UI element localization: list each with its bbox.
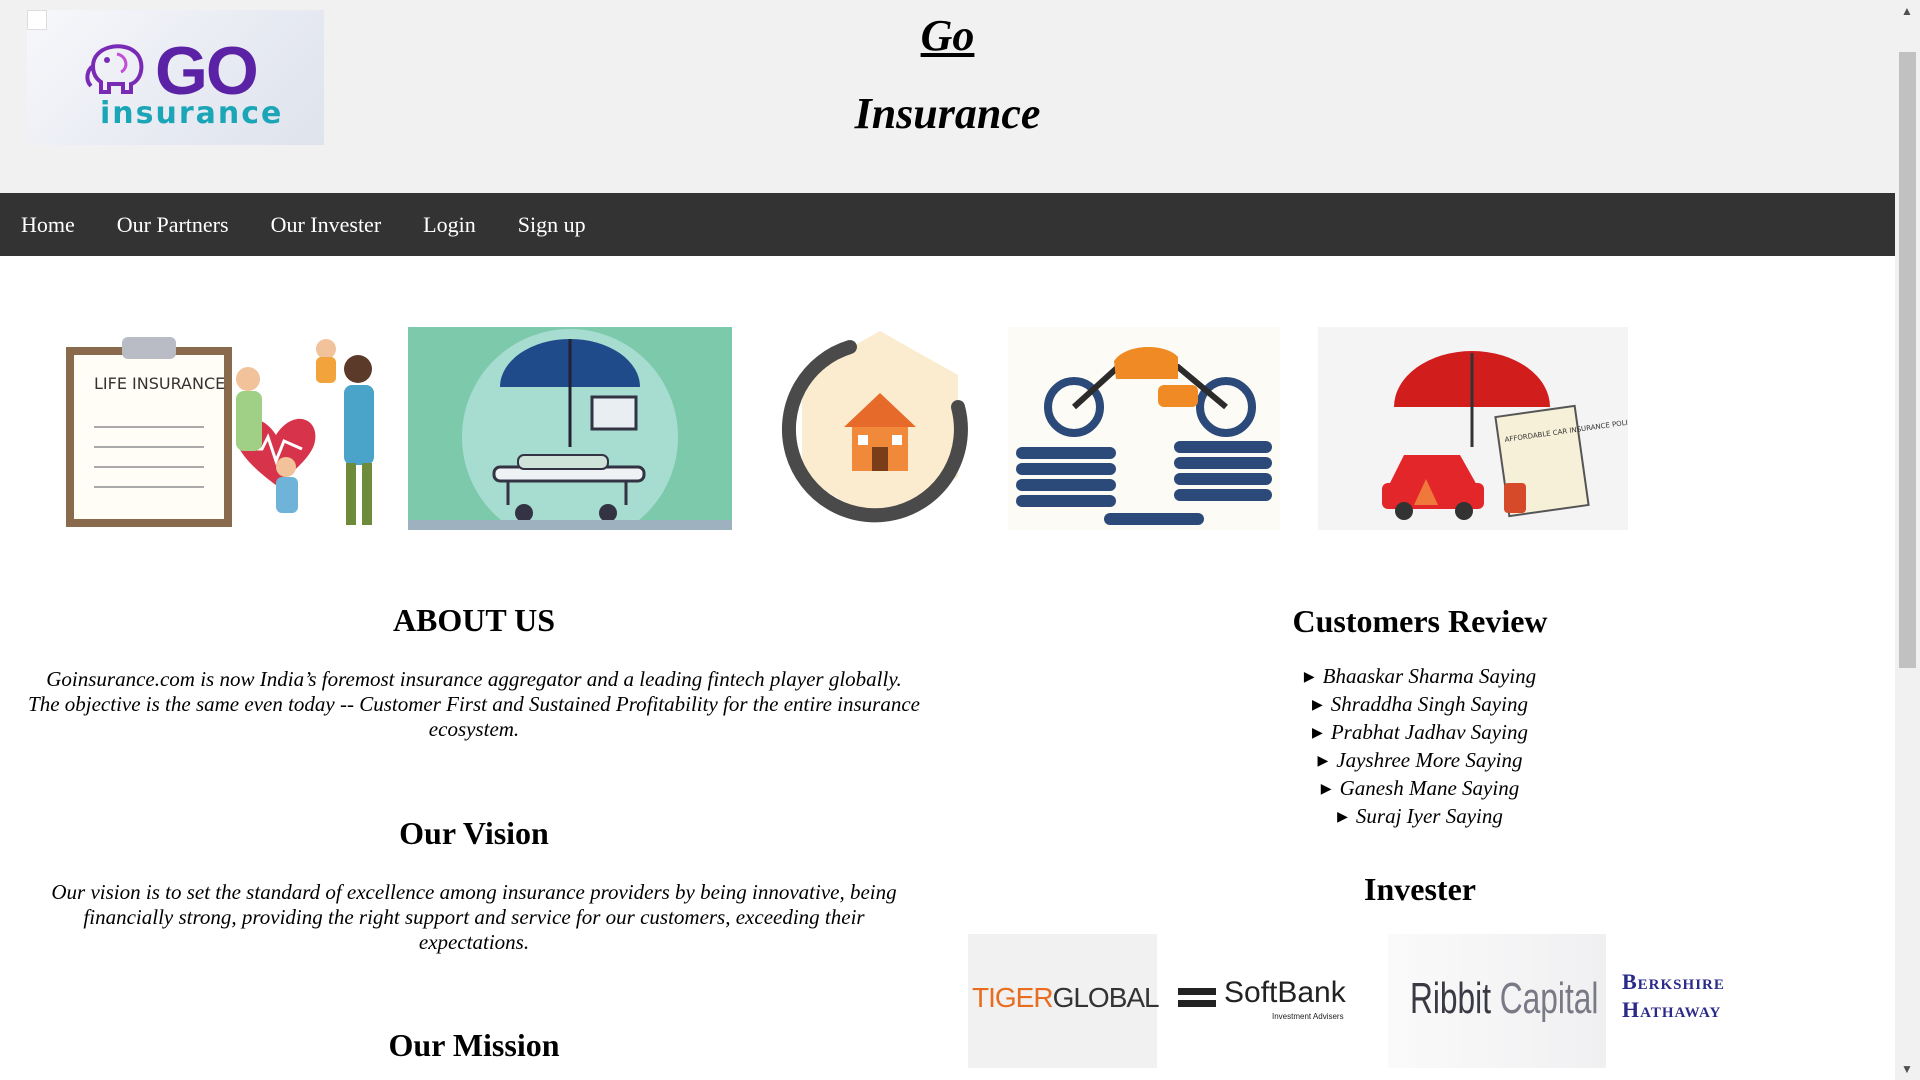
nav-login[interactable]: Login [402, 193, 497, 256]
tiger-text: TIGER [972, 982, 1054, 1013]
page-scrollbar[interactable]: ▲ ▼ [1895, 0, 1920, 1080]
about-text: Goinsurance.com is now India’s foremost … [28, 667, 920, 741]
review-item[interactable]: Ganesh Mane Saying [1180, 776, 1660, 804]
review-item[interactable]: Bhaaskar Sharma Saying [1180, 664, 1660, 692]
nav-sign-up[interactable]: Sign up [497, 193, 607, 256]
investor-ribbit-capital-logo[interactable]: Ribbit Capital [1388, 934, 1606, 1068]
berkshire-text: Berkshire [1622, 969, 1725, 994]
vision-text: Our vision is to set the standard of exc… [51, 880, 897, 954]
capital-text: Capital [1499, 974, 1599, 1023]
review-item[interactable]: Prabhat Jadhav Saying [1180, 720, 1660, 748]
review-item[interactable]: Jayshree More Saying [1180, 748, 1660, 776]
reviews-title: Customers Review [1292, 603, 1548, 639]
nav-our-partners[interactable]: Our Partners [96, 193, 250, 256]
scroll-down-icon[interactable]: ▼ [1901, 1062, 1913, 1077]
car-insurance-image[interactable]: AFFORDABLE CAR INSURANCE POLICY [1318, 327, 1628, 530]
mission-title: Our Mission [388, 1027, 560, 1063]
site-header: GO insurance Go Insurance [0, 0, 1895, 193]
investor-berkshire-hathaway-logo[interactable]: Berkshire Hathaway [1614, 934, 1770, 1068]
scroll-up-icon[interactable]: ▲ [1901, 4, 1913, 19]
review-list: Bhaaskar Sharma Saying Shraddha Singh Sa… [1180, 664, 1660, 832]
review-item[interactable]: Suraj Iyer Saying [1180, 804, 1660, 832]
about-title: ABOUT US [392, 602, 556, 638]
softbank-text: SoftBank [1224, 976, 1346, 1009]
review-item[interactable]: Shraddha Singh Saying [1180, 692, 1660, 720]
vision-title: Our Vision [399, 815, 549, 851]
life-insurance-image[interactable]: LIFE INSURANCE [62, 327, 382, 530]
brand-title-line2: Insurance [854, 89, 1041, 138]
bike-insurance-image[interactable] [1008, 327, 1280, 530]
life-insurance-label: LIFE INSURANCE [94, 374, 225, 393]
home-insurance-image[interactable] [780, 327, 980, 530]
global-text: GLOBAL [1052, 982, 1160, 1013]
scrollbar-thumb[interactable] [1899, 52, 1916, 668]
hathaway-text: Hathaway [1622, 997, 1722, 1022]
nav-our-invester[interactable]: Our Invester [250, 193, 403, 256]
brand-title-line1[interactable]: Go [0, 10, 1895, 61]
health-insurance-image[interactable] [408, 327, 732, 530]
nav-home[interactable]: Home [0, 193, 96, 256]
main-nav: Home Our Partners Our Invester Login Sig… [0, 193, 1895, 256]
ribbit-text: Ribbit [1410, 974, 1491, 1023]
investors-title: Invester [1364, 871, 1476, 907]
investor-softbank-logo[interactable]: SoftBank Investment Advisers [1172, 934, 1372, 1068]
investor-tiger-global-logo[interactable]: TIGERGLOBAL [968, 934, 1160, 1068]
softbank-sub-text: Investment Advisers [1272, 1012, 1344, 1021]
